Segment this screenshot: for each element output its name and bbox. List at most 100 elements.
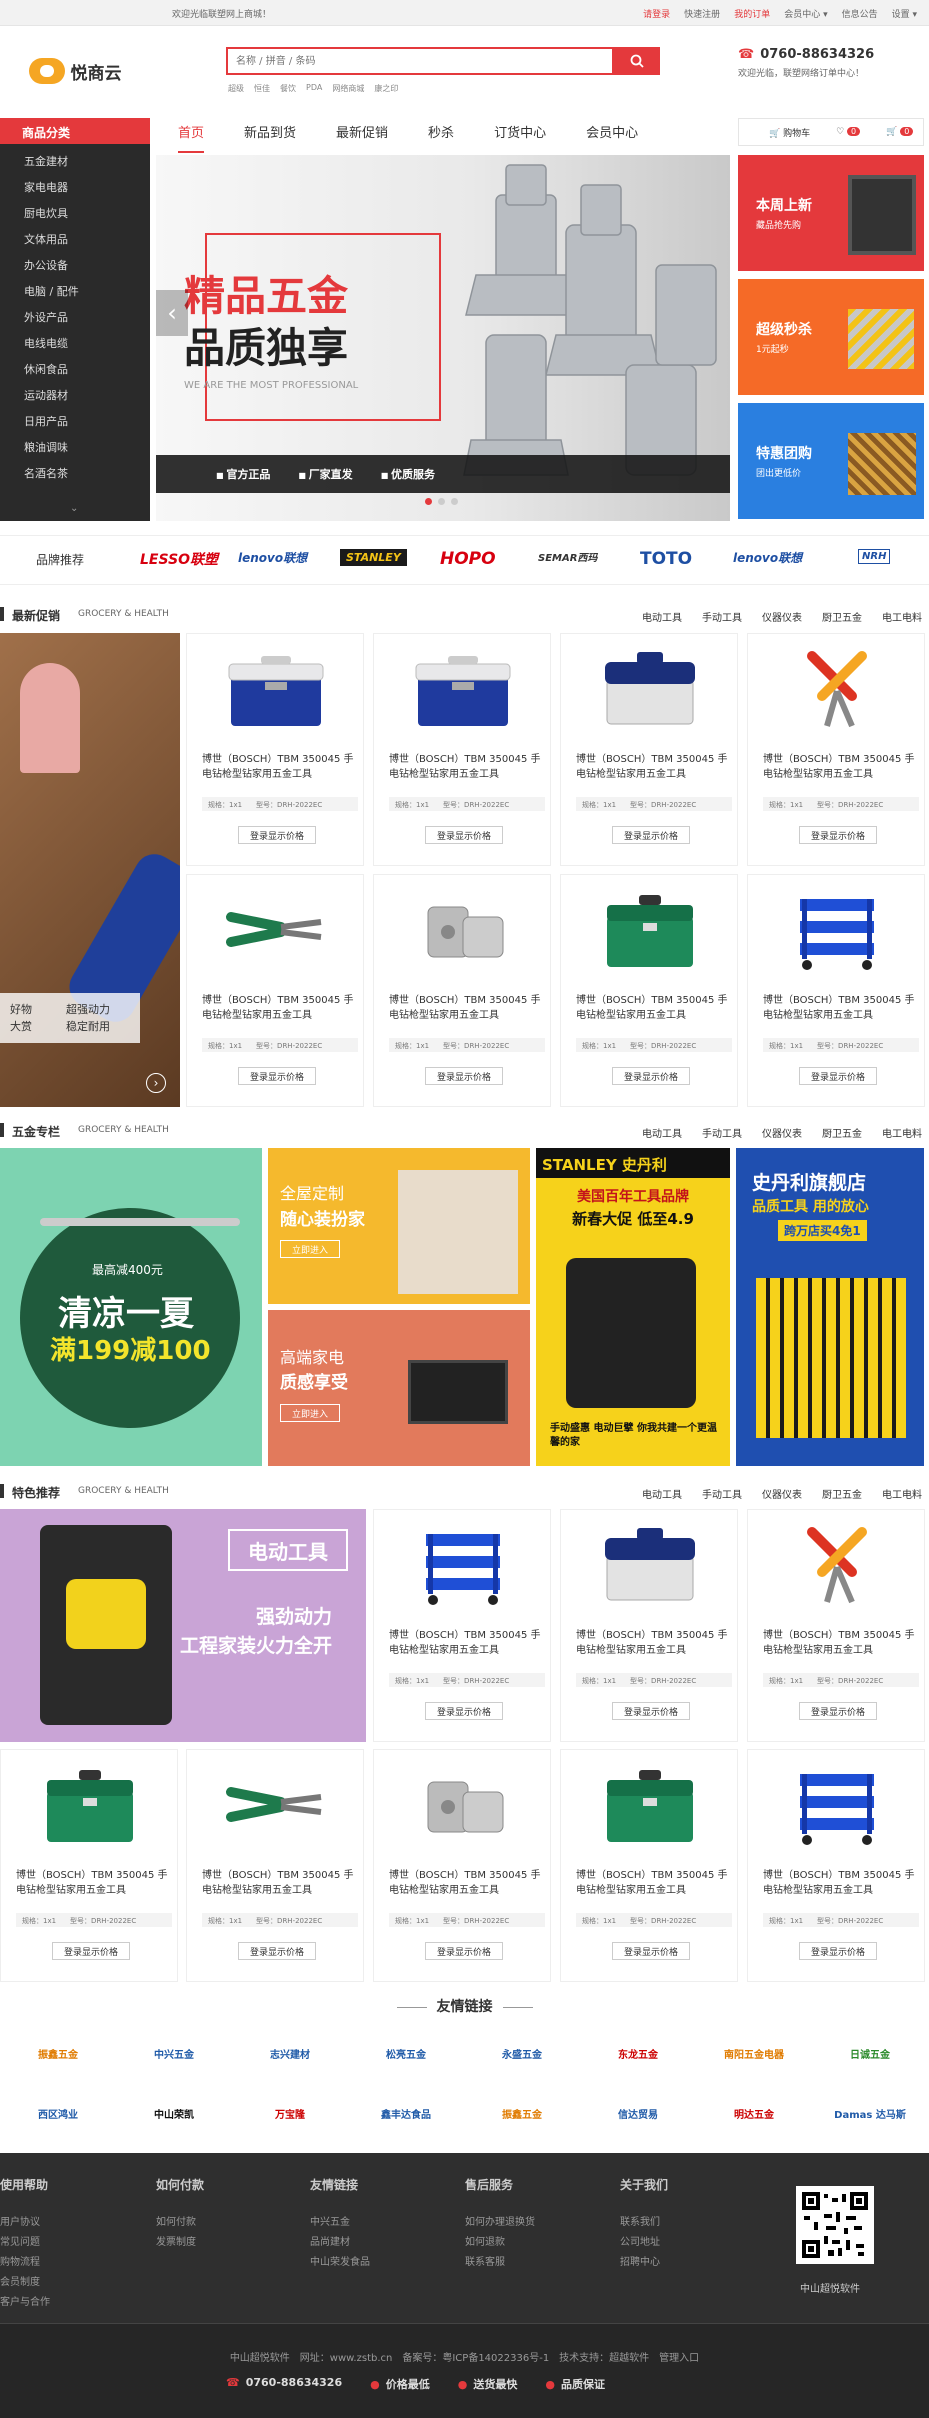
section-tab[interactable]: 电动工具 <box>642 609 682 624</box>
product-name[interactable]: 博世（BOSCH）TBM 350045 手电钻枪型钻家用五金工具 <box>202 993 362 1023</box>
login-for-price-button[interactable]: 登录显示价格 <box>612 1067 690 1085</box>
category-item[interactable]: 外设产品 <box>0 302 150 328</box>
banner-dot-active[interactable] <box>425 498 432 505</box>
category-item[interactable]: 名酒名茶 <box>0 458 150 484</box>
product-card[interactable]: 博世（BOSCH）TBM 350045 手电钻枪型钻家用五金工具 规格：1x1 型… <box>560 1749 738 1982</box>
search-button[interactable] <box>614 47 660 75</box>
footer-link[interactable]: 如何付款 <box>156 2213 204 2233</box>
friend-link-logo[interactable]: 东龙五金 <box>590 2039 686 2067</box>
hot-word[interactable]: PDA <box>306 83 322 94</box>
friend-link-logo[interactable]: 万宝隆 <box>242 2099 338 2127</box>
friend-link-logo[interactable]: 松亮五金 <box>358 2039 454 2067</box>
footer-link[interactable]: 中兴五金 <box>310 2213 370 2233</box>
home-custom-banner[interactable]: 全屋定制 随心装扮家 立即进入 <box>268 1148 530 1304</box>
cart-count[interactable]: 🛒 0 <box>886 127 914 137</box>
nav-order-center[interactable]: 订货中心 <box>494 122 546 153</box>
product-name[interactable]: 博世（BOSCH）TBM 350045 手电钻枪型钻家用五金工具 <box>763 1868 923 1898</box>
product-card[interactable]: 博世（BOSCH）TBM 350045 手电钻枪型钻家用五金工具 规格：1x1 型… <box>186 874 364 1107</box>
nav-new-arrivals[interactable]: 新品到货 <box>244 122 296 153</box>
banner-prev-arrow-icon[interactable]: ‹ <box>156 290 188 336</box>
brand-logo[interactable]: SEMAR西玛 <box>538 549 597 564</box>
product-name[interactable]: 博世（BOSCH）TBM 350045 手电钻枪型钻家用五金工具 <box>763 993 923 1023</box>
logo[interactable]: 悦商云 <box>0 26 150 116</box>
footer-link[interactable]: 联系我们 <box>620 2213 668 2233</box>
product-card[interactable]: 博世（BOSCH）TBM 350045 手电钻枪型钻家用五金工具 规格：1x1 型… <box>560 1509 738 1742</box>
category-item[interactable]: 电线电缆 <box>0 328 150 354</box>
section-tab[interactable]: 电工电料 <box>882 1125 922 1140</box>
category-item[interactable]: 电脑 / 配件 <box>0 276 150 302</box>
category-item[interactable]: 厨电炊具 <box>0 198 150 224</box>
footer-link[interactable]: 如何退款 <box>465 2233 535 2253</box>
login-for-price-button[interactable]: 登录显示价格 <box>612 1702 690 1720</box>
next-arrow-icon[interactable]: › <box>146 1073 166 1093</box>
hot-word[interactable]: 恒佳 <box>254 83 270 94</box>
friend-link-logo[interactable]: Damas 达马斯 <box>822 2099 918 2127</box>
category-item[interactable]: 办公设备 <box>0 250 150 276</box>
product-card[interactable]: 博世（BOSCH）TBM 350045 手电钻枪型钻家用五金工具 规格：1x1 型… <box>747 1749 925 1982</box>
section-tab[interactable]: 仪器仪表 <box>762 609 802 624</box>
login-for-price-button[interactable]: 登录显示价格 <box>612 1942 690 1960</box>
friend-link-logo[interactable]: 明达五金 <box>706 2099 802 2127</box>
promo-side-image[interactable]: 好物 大赏 超强动力 稳定耐用 › <box>0 633 180 1107</box>
product-name[interactable]: 博世（BOSCH）TBM 350045 手电钻枪型钻家用五金工具 <box>389 1628 549 1658</box>
footer-link[interactable]: 常见问题 <box>0 2233 50 2253</box>
banner-dot[interactable] <box>451 498 458 505</box>
category-item[interactable]: 文体用品 <box>0 224 150 250</box>
product-name[interactable]: 博世（BOSCH）TBM 350045 手电钻枪型钻家用五金工具 <box>389 752 549 782</box>
login-for-price-button[interactable]: 登录显示价格 <box>799 1942 877 1960</box>
category-item[interactable]: 休闲食品 <box>0 354 150 380</box>
product-name[interactable]: 博世（BOSCH）TBM 350045 手电钻枪型钻家用五金工具 <box>763 752 923 782</box>
product-card[interactable]: 博世（BOSCH）TBM 350045 手电钻枪型钻家用五金工具 规格：1x1 型… <box>373 1749 551 1982</box>
section-tab[interactable]: 电动工具 <box>642 1125 682 1140</box>
hot-word[interactable]: 康之印 <box>374 83 398 94</box>
product-name[interactable]: 博世（BOSCH）TBM 350045 手电钻枪型钻家用五金工具 <box>576 993 736 1023</box>
settings-link[interactable]: 设置 ▾ <box>892 7 917 20</box>
login-for-price-button[interactable]: 登录显示价格 <box>799 826 877 844</box>
product-name[interactable]: 博世（BOSCH）TBM 350045 手电钻枪型钻家用五金工具 <box>389 993 549 1023</box>
cart-bar[interactable]: 🛒 购物车 ♡ 0 🛒 0 <box>738 118 924 146</box>
product-name[interactable]: 博世（BOSCH）TBM 350045 手电钻枪型钻家用五金工具 <box>576 752 736 782</box>
promo-group-buy[interactable]: 特惠团购 团出更低价 <box>738 403 924 519</box>
hot-word[interactable]: 餐饮 <box>280 83 296 94</box>
section-tab[interactable]: 厨卫五金 <box>822 1486 862 1501</box>
enter-button[interactable]: 立即进入 <box>280 1240 340 1258</box>
product-card[interactable]: 博世（BOSCH）TBM 350045 手电钻枪型钻家用五金工具 规格：1x1 型… <box>747 633 925 866</box>
category-item[interactable]: 日用产品 <box>0 406 150 432</box>
product-card[interactable]: 博世（BOSCH）TBM 350045 手电钻枪型钻家用五金工具 规格：1x1 型… <box>186 633 364 866</box>
product-card[interactable]: 博世（BOSCH）TBM 350045 手电钻枪型钻家用五金工具 规格：1x1 型… <box>186 1749 364 1982</box>
footer-link[interactable]: 公司地址 <box>620 2233 668 2253</box>
hot-word[interactable]: 超级 <box>228 83 244 94</box>
category-item[interactable]: 运动器材 <box>0 380 150 406</box>
enter-button[interactable]: 立即进入 <box>280 1404 340 1422</box>
section-tab[interactable]: 仪器仪表 <box>762 1486 802 1501</box>
section-tab[interactable]: 仪器仪表 <box>762 1125 802 1140</box>
section-tab[interactable]: 手动工具 <box>702 1125 742 1140</box>
section-tab[interactable]: 电工电料 <box>882 1486 922 1501</box>
nav-flash-sale[interactable]: 秒杀 <box>428 122 454 153</box>
friend-link-logo[interactable]: 中山荣凯 <box>126 2099 222 2127</box>
login-for-price-button[interactable]: 登录显示价格 <box>238 826 316 844</box>
product-card[interactable]: 博世（BOSCH）TBM 350045 手电钻枪型钻家用五金工具 规格：1x1 型… <box>373 1509 551 1742</box>
promo-flash-sale[interactable]: 超级秒杀 1元起秒 <box>738 279 924 395</box>
login-for-price-button[interactable]: 登录显示价格 <box>425 1942 503 1960</box>
brand-logo[interactable]: lenovo联想 <box>238 549 307 566</box>
login-for-price-button[interactable]: 登录显示价格 <box>799 1702 877 1720</box>
footer-link[interactable]: 联系客服 <box>465 2253 535 2273</box>
cart-link[interactable]: 🛒 购物车 <box>769 126 810 139</box>
appliance-banner[interactable]: 高端家电 质感享受 立即进入 <box>268 1310 530 1466</box>
product-name[interactable]: 博世（BOSCH）TBM 350045 手电钻枪型钻家用五金工具 <box>202 752 362 782</box>
nav-member-center[interactable]: 会员中心 <box>586 122 638 153</box>
login-for-price-button[interactable]: 登录显示价格 <box>238 1067 316 1085</box>
promo-new-this-week[interactable]: 本周上新 藏品抢先购 <box>738 155 924 271</box>
section-tab[interactable]: 厨卫五金 <box>822 609 862 624</box>
login-for-price-button[interactable]: 登录显示价格 <box>425 1067 503 1085</box>
brand-logo[interactable]: STANLEY <box>340 549 407 566</box>
login-for-price-button[interactable]: 登录显示价格 <box>425 826 503 844</box>
my-orders-link[interactable]: 我的订单 <box>734 7 770 20</box>
product-card[interactable]: 博世（BOSCH）TBM 350045 手电钻枪型钻家用五金工具 规格：1x1 型… <box>747 1509 925 1742</box>
brand-logo[interactable]: NRH <box>858 549 891 564</box>
login-for-price-button[interactable]: 登录显示价格 <box>799 1067 877 1085</box>
footer-link[interactable]: 客户与合作 <box>0 2293 50 2313</box>
product-name[interactable]: 博世（BOSCH）TBM 350045 手电钻枪型钻家用五金工具 <box>763 1628 923 1658</box>
nav-promotions[interactable]: 最新促销 <box>336 122 388 153</box>
